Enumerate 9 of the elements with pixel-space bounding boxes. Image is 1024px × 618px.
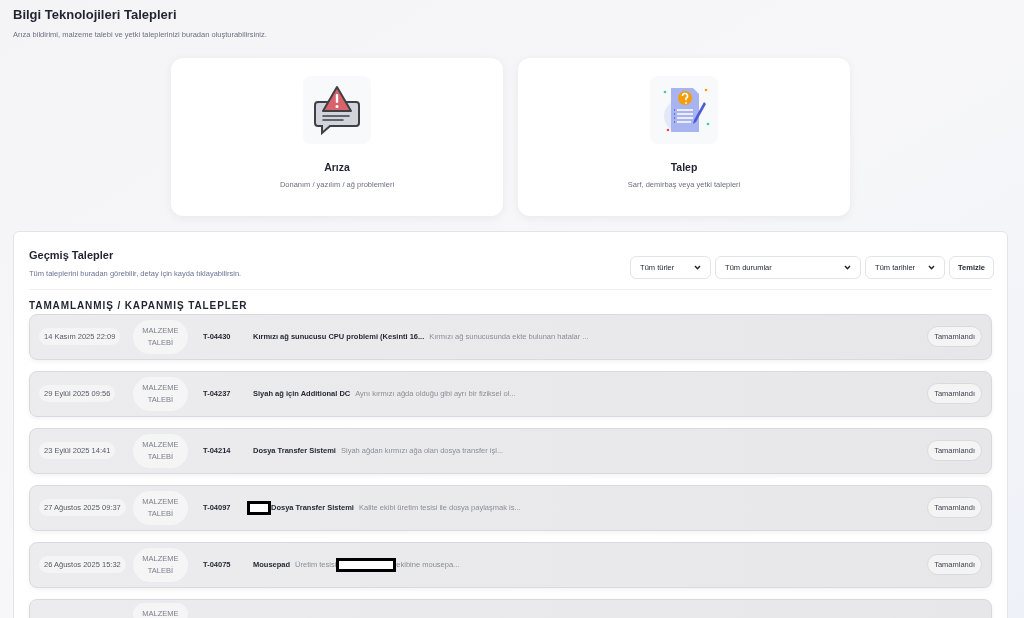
chevron-down-icon — [844, 264, 852, 270]
section-title: Geçmiş Talepler — [29, 247, 115, 263]
card-title: Arıza — [324, 159, 350, 175]
page-title: Bilgi Teknolojileri Talepleri — [13, 6, 178, 24]
list-heading: TAMAMLANMIŞ / KAPANMIŞ TALEPLER — [29, 298, 249, 313]
chevron-down-icon — [928, 264, 936, 270]
chevron-down-icon — [694, 264, 702, 270]
card-title: Talep — [670, 159, 698, 175]
warning-message-icon — [314, 83, 360, 136]
